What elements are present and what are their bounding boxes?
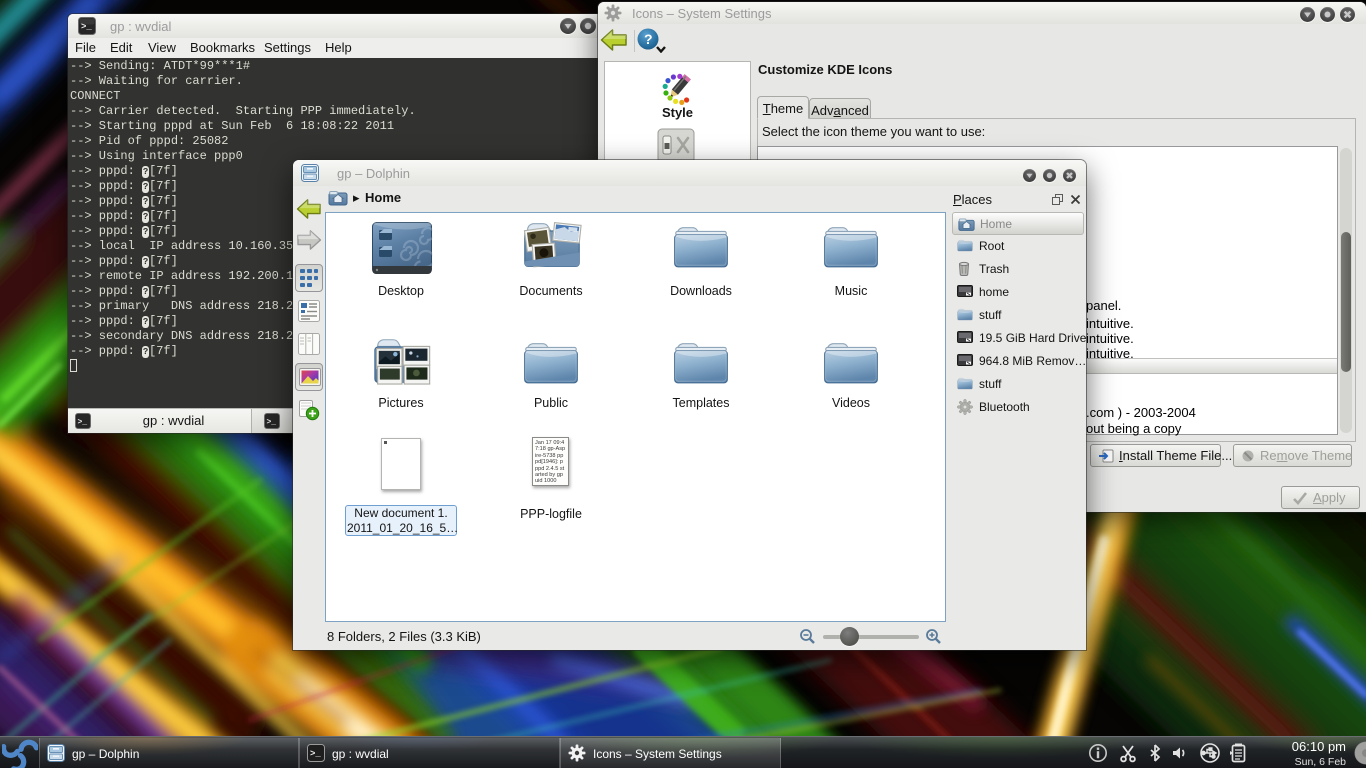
svg-text:?: ? — [644, 31, 653, 47]
svg-text:>_: >_ — [310, 749, 321, 759]
svg-text:>_: >_ — [81, 22, 92, 32]
svg-text:>_: >_ — [78, 418, 88, 427]
svg-text:>_: >_ — [267, 418, 277, 427]
